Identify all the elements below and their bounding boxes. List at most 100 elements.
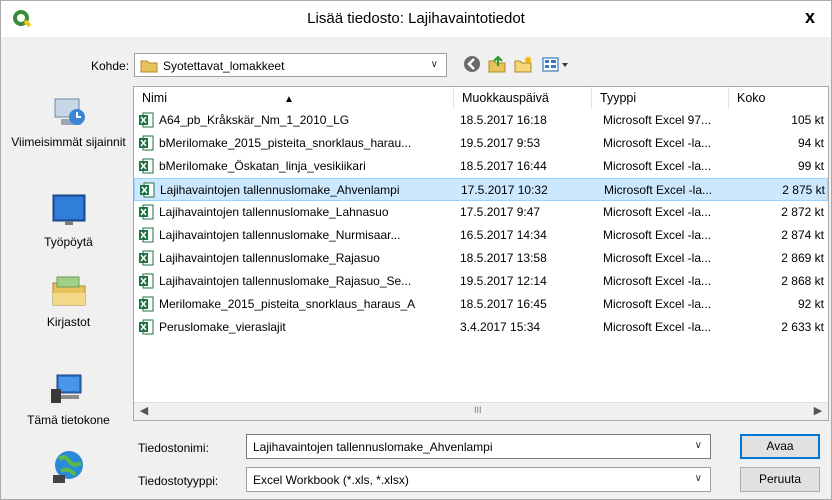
file-type: Microsoft Excel -la... bbox=[603, 159, 712, 173]
excel-file-icon bbox=[138, 204, 156, 220]
table-row[interactable]: bMerilomake_Öskatan_linja_vesikiikari 18.… bbox=[134, 155, 828, 178]
file-size: 92 kt bbox=[797, 297, 824, 311]
filename-label: Tiedostonimi: bbox=[138, 441, 209, 455]
lookin-label: Kohde: bbox=[91, 59, 130, 73]
file-type: Microsoft Excel -la... bbox=[604, 183, 713, 197]
file-size: 2 872 kt bbox=[781, 205, 824, 219]
file-name: Lajihavaintojen tallennuslomake_Lahnasuo bbox=[159, 205, 389, 219]
open-button[interactable]: Avaa bbox=[740, 434, 820, 459]
back-icon[interactable] bbox=[463, 55, 481, 76]
libraries-icon bbox=[49, 271, 89, 311]
excel-file-icon bbox=[138, 112, 156, 128]
place-label: Tämä tietokone bbox=[27, 413, 110, 427]
chevron-down-icon[interactable]: ∨ bbox=[431, 59, 438, 70]
column-header-name[interactable]: Nimi ▲ bbox=[134, 87, 454, 109]
excel-file-icon bbox=[138, 135, 156, 151]
place-label: Työpöytä bbox=[44, 235, 93, 249]
file-name: Lajihavaintojen tallennuslomake_Ahvenlam… bbox=[160, 183, 400, 197]
filename-value: Lajihavaintojen tallennuslomake_Ahvenlam… bbox=[253, 440, 493, 454]
chevron-down-icon[interactable]: ∨ bbox=[695, 473, 702, 484]
excel-file-icon bbox=[139, 182, 157, 198]
file-rows: A64_pb_Kråkskär_Nm_1_2010_LG 18.5.2017 16… bbox=[134, 109, 828, 339]
excel-file-icon bbox=[138, 296, 156, 312]
place-label: Kirjastot bbox=[46, 315, 91, 329]
table-row[interactable]: Lajihavaintojen tallennuslomake_Nurmisaa… bbox=[134, 224, 828, 247]
table-row[interactable]: bMerilomake_2015_pisteita_snorklaus_hara… bbox=[134, 132, 828, 155]
filetype-label: Tiedostotyyppi: bbox=[138, 474, 219, 488]
computer-icon bbox=[49, 369, 89, 409]
lookin-value: Syotettavat_lomakkeet bbox=[163, 59, 285, 73]
file-type: Microsoft Excel -la... bbox=[603, 205, 712, 219]
places-bar: Viimeisimmät sijainnit Työpöytä Kirjasto… bbox=[6, 85, 131, 495]
scroll-right-icon[interactable]: ▶ bbox=[810, 404, 826, 419]
folder-icon bbox=[140, 58, 158, 76]
window-title: Lisää tiedosto: Lajihavaintotiedot bbox=[307, 10, 525, 27]
scrollbar-thumb[interactable]: III bbox=[154, 405, 806, 418]
file-type: Microsoft Excel -la... bbox=[603, 136, 712, 150]
file-name: bMerilomake_2015_pisteita_snorklaus_hara… bbox=[159, 136, 412, 150]
file-type: Microsoft Excel -la... bbox=[603, 251, 712, 265]
recent-places-icon bbox=[49, 91, 89, 131]
file-size: 2 633 kt bbox=[781, 320, 824, 334]
column-header-size[interactable]: Koko bbox=[729, 87, 828, 109]
table-row[interactable]: Lajihavaintojen tallennuslomake_Rajasuo_… bbox=[134, 270, 828, 293]
file-type: Microsoft Excel -la... bbox=[603, 320, 712, 334]
file-date: 17.5.2017 10:32 bbox=[461, 183, 548, 197]
file-date: 18.5.2017 16:45 bbox=[460, 297, 547, 311]
cancel-button[interactable]: Peruuta bbox=[740, 467, 820, 492]
table-row[interactable]: Peruslomake_vieraslajit 3.4.2017 15:34 Mic… bbox=[134, 316, 828, 339]
table-row[interactable]: Lajihavaintojen tallennuslomake_Ahvenlam… bbox=[134, 178, 828, 201]
title-bar: Lisää tiedosto: Lajihavaintotiedot x bbox=[1, 1, 831, 37]
filetype-value: Excel Workbook (*.xls, *.xlsx) bbox=[253, 473, 409, 487]
file-date: 18.5.2017 16:18 bbox=[460, 113, 547, 127]
file-date: 16.5.2017 14:34 bbox=[460, 228, 547, 242]
file-type: Microsoft Excel -la... bbox=[603, 228, 712, 242]
filetype-select[interactable]: Excel Workbook (*.xls, *.xlsx) ∨ bbox=[246, 467, 711, 492]
file-name: Lajihavaintojen tallennuslomake_Rajasuo_… bbox=[159, 274, 412, 288]
scrollbar-grip: III bbox=[474, 405, 482, 415]
file-size: 2 868 kt bbox=[781, 274, 824, 288]
file-name: Merilomake_2015_pisteita_snorklaus_harau… bbox=[159, 297, 416, 311]
excel-file-icon bbox=[138, 158, 156, 174]
place-desktop[interactable]: Työpöytä bbox=[6, 191, 131, 250]
place-network[interactable] bbox=[6, 445, 131, 489]
column-header-date[interactable]: Muokkauspäivä bbox=[454, 87, 592, 109]
chevron-down-icon[interactable]: ∨ bbox=[695, 440, 702, 451]
table-row[interactable]: Merilomake_2015_pisteita_snorklaus_harau… bbox=[134, 293, 828, 316]
file-size: 2 869 kt bbox=[781, 251, 824, 265]
table-row[interactable]: A64_pb_Kråkskär_Nm_1_2010_LG 18.5.2017 16… bbox=[134, 109, 828, 132]
file-type: Microsoft Excel 97... bbox=[603, 113, 712, 127]
new-folder-icon[interactable] bbox=[513, 55, 535, 76]
file-date: 18.5.2017 16:44 bbox=[460, 159, 547, 173]
column-label: Nimi bbox=[142, 91, 167, 105]
scroll-left-icon[interactable]: ◀ bbox=[136, 404, 152, 419]
place-computer[interactable]: Tämä tietokone bbox=[6, 369, 131, 428]
close-button[interactable]: x bbox=[795, 4, 825, 30]
place-recent[interactable]: Viimeisimmät sijainnit bbox=[6, 91, 131, 150]
table-row[interactable]: Lajihavaintojen tallennuslomake_Rajasuo 1… bbox=[134, 247, 828, 270]
file-size: 105 kt bbox=[791, 113, 824, 127]
file-date: 3.4.2017 15:34 bbox=[460, 320, 541, 334]
file-date: 18.5.2017 13:58 bbox=[460, 251, 547, 265]
table-row[interactable]: Lajihavaintojen tallennuslomake_Lahnasuo… bbox=[134, 201, 828, 224]
excel-file-icon bbox=[138, 273, 156, 289]
filename-input[interactable]: Lajihavaintojen tallennuslomake_Ahvenlam… bbox=[246, 434, 711, 459]
file-name: Peruslomake_vieraslajit bbox=[159, 320, 286, 334]
file-size: 2 875 kt bbox=[782, 183, 825, 197]
place-label: Viimeisimmät sijainnit bbox=[11, 135, 126, 149]
excel-file-icon bbox=[138, 319, 156, 335]
file-dialog: Lisää tiedosto: Lajihavaintotiedot x Koh… bbox=[0, 0, 832, 500]
view-menu-icon[interactable] bbox=[541, 55, 571, 75]
up-folder-icon[interactable] bbox=[487, 55, 507, 76]
sort-ascending-icon: ▲ bbox=[284, 94, 294, 105]
file-size: 2 874 kt bbox=[781, 228, 824, 242]
file-size: 99 kt bbox=[797, 159, 824, 173]
file-list[interactable]: Nimi ▲ Muokkauspäivä Tyyppi Koko A64_pb_… bbox=[133, 86, 829, 421]
lookin-combo[interactable]: Syotettavat_lomakkeet ∨ bbox=[134, 53, 447, 77]
file-name: bMerilomake_Öskatan_linja_vesikiikari bbox=[159, 159, 366, 173]
horizontal-scrollbar[interactable]: ◀ III ▶ bbox=[134, 402, 828, 420]
file-name: A64_pb_Kråkskär_Nm_1_2010_LG bbox=[159, 113, 350, 127]
column-header-type[interactable]: Tyyppi bbox=[592, 87, 729, 109]
excel-file-icon bbox=[138, 250, 156, 266]
place-libraries[interactable]: Kirjastot bbox=[6, 271, 131, 330]
